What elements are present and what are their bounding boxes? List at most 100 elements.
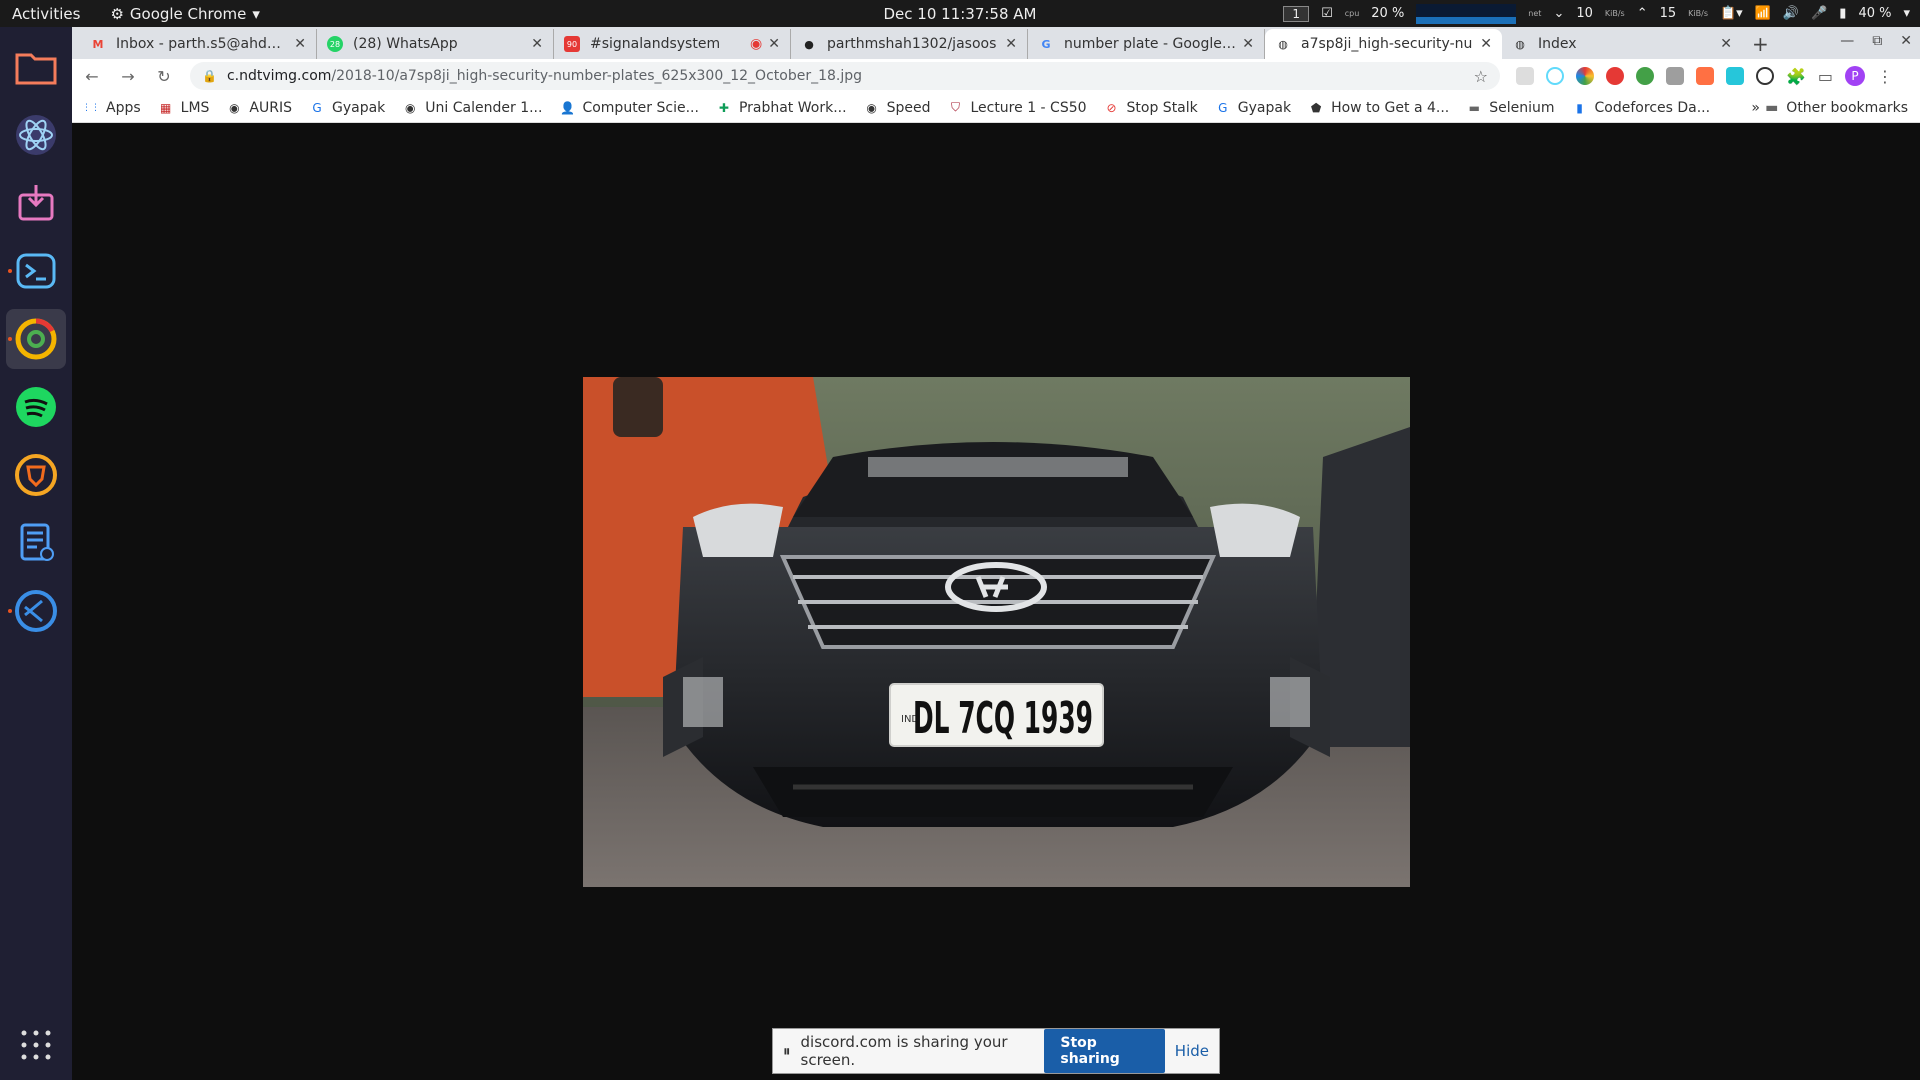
url-text[interactable]: c.ndtvimg.com/2018-10/a7sp8ji_high-secur…: [227, 68, 1474, 84]
bookmark-cs50[interactable]: ⛉ Lecture 1 - CS50: [948, 100, 1087, 116]
bookmark-how-to-get[interactable]: ⬟ How to Get a 4...: [1309, 100, 1449, 116]
more-bookmarks-icon[interactable]: »: [1751, 100, 1760, 116]
cast-icon[interactable]: ▭: [1818, 67, 1833, 86]
mic-icon[interactable]: 🎤: [1811, 6, 1827, 21]
tab-whatsapp[interactable]: 28 (28) WhatsApp ✕: [317, 29, 554, 59]
close-icon[interactable]: ✕: [1480, 36, 1492, 52]
close-icon[interactable]: ✕: [768, 36, 780, 52]
bookmark-prabhat[interactable]: ✚ Prabhat Work...: [717, 100, 847, 116]
forward-icon[interactable]: →: [118, 67, 138, 86]
bookmark-label: Selenium: [1489, 99, 1555, 116]
megaphone-icon[interactable]: [1696, 67, 1714, 85]
bookmark-uni-calendar[interactable]: ◉ Uni Calender 1...: [403, 100, 542, 116]
system-tray[interactable]: 1 ☑ cpu 20 % net ⌄ 10 KiB/s ⌃ 15 KiB/s 📋…: [1283, 0, 1910, 27]
net-down-unit: KiB/s: [1604, 9, 1625, 18]
terminal-icon[interactable]: [6, 241, 66, 301]
atom-icon[interactable]: [6, 105, 66, 165]
cpu-graph: [1416, 3, 1517, 24]
m-extension-icon[interactable]: [1726, 67, 1744, 85]
close-window-icon[interactable]: ✕: [1900, 33, 1912, 49]
hide-button[interactable]: Hide: [1175, 1042, 1209, 1060]
star-icon[interactable]: ☆: [1474, 67, 1488, 86]
other-bookmarks[interactable]: ▬ Other bookmarks: [1765, 100, 1908, 116]
tab-image-active[interactable]: ◍ a7sp8ji_high-security-nu ✕: [1265, 29, 1502, 59]
vscode-icon[interactable]: [6, 581, 66, 641]
chrome-icon[interactable]: [6, 309, 66, 369]
back-icon[interactable]: ←: [82, 67, 102, 86]
color-picker-icon[interactable]: [1576, 67, 1594, 85]
files-icon[interactable]: [6, 37, 66, 97]
clock[interactable]: Dec 10 11:37:58 AM: [884, 5, 1037, 23]
codeforces-icon: ▮: [1576, 100, 1583, 115]
bookmark-label: LMS: [180, 99, 210, 116]
reload-icon[interactable]: ↻: [154, 67, 174, 86]
bookmark-label: Computer Scie...: [582, 99, 699, 116]
lock-icon[interactable]: 🔒: [202, 69, 217, 83]
show-applications-icon[interactable]: [21, 1030, 51, 1064]
extension-icon[interactable]: [1516, 67, 1534, 85]
pause-icon: ⏸: [783, 1042, 791, 1060]
bookmark-codeforces[interactable]: ▮ Codeforces Da...: [1573, 99, 1711, 116]
close-icon[interactable]: ✕: [1242, 36, 1254, 52]
bookmark-label: Codeforces Da...: [1594, 99, 1711, 116]
bookmark-gyapak[interactable]: G Gyapak: [310, 100, 385, 116]
workspace-indicator[interactable]: 1: [1283, 5, 1310, 22]
recording-icon: ◉: [750, 36, 763, 52]
chevron-down-icon[interactable]: ▾: [1903, 6, 1910, 21]
stop-sharing-button[interactable]: Stop sharing: [1044, 1029, 1165, 1073]
bookmark-speed[interactable]: ◉ Speed: [865, 100, 930, 116]
tab-github[interactable]: ● parthmshah1302/jasoos ✕: [791, 29, 1028, 59]
spotify-icon[interactable]: [6, 377, 66, 437]
tab-signalandsystem[interactable]: 90 #signalandsystem ◉ ✕: [554, 29, 791, 59]
battery-icon[interactable]: ▮: [1839, 6, 1846, 21]
chrome-small-icon: ⚙: [110, 4, 124, 23]
upload-arrow-icon: ⌃: [1636, 6, 1648, 21]
bookmark-stop-stalk[interactable]: ⊘ Stop Stalk: [1105, 100, 1198, 116]
volume-icon[interactable]: 🔊: [1783, 6, 1799, 21]
download-box-icon[interactable]: [6, 173, 66, 233]
close-icon[interactable]: ✕: [531, 36, 543, 52]
bookmark-gyapak-2[interactable]: G Gyapak: [1216, 100, 1291, 116]
address-bar[interactable]: 🔒 c.ndtvimg.com/2018-10/a7sp8ji_high-sec…: [190, 62, 1500, 90]
bookmark-computer-science[interactable]: 👤 Computer Scie...: [560, 99, 699, 116]
house-icon: ⬟: [1310, 100, 1322, 115]
profile-avatar[interactable]: P: [1845, 66, 1866, 86]
restore-icon[interactable]: ⧉: [1872, 33, 1882, 49]
globe-icon: ◍: [1278, 37, 1288, 51]
folder-icon: ▬: [1468, 100, 1480, 115]
puzzle-icon[interactable]: 🧩: [1786, 67, 1806, 86]
app-menu[interactable]: ⚙ Google Chrome ▾: [110, 5, 259, 23]
tab-title: parthmshah1302/jasoos: [827, 36, 997, 52]
chat-icon: 90: [564, 36, 580, 52]
plate-number: DL 7CQ 1939: [913, 693, 1093, 744]
bookmark-lms[interactable]: ▦ LMS: [159, 99, 210, 116]
activities-button[interactable]: Activities: [0, 5, 92, 23]
notes-icon[interactable]: [6, 513, 66, 573]
react-devtools-icon[interactable]: [1546, 67, 1564, 85]
clipboard-icon[interactable]: 📋▾: [1720, 6, 1743, 21]
bookmark-auris[interactable]: ◉ AURIS: [227, 100, 292, 116]
window-controls: — ⧉ ✕: [1840, 33, 1912, 49]
minimize-icon[interactable]: —: [1840, 33, 1854, 49]
car-number-plate-photo[interactable]: IND DL 7CQ 1939: [583, 377, 1410, 887]
screenshot-icon[interactable]: ☑: [1321, 6, 1333, 21]
plus-extension-icon[interactable]: [1636, 67, 1654, 85]
cpu-value: 20 %: [1371, 6, 1405, 21]
clock-extension-icon[interactable]: [1756, 67, 1774, 85]
adblock-icon[interactable]: [1606, 67, 1624, 85]
bookmark-apps[interactable]: ⋮⋮ Apps: [82, 100, 141, 116]
wifi-icon[interactable]: 📶: [1755, 6, 1771, 21]
screenshot-extension-icon[interactable]: [1666, 67, 1684, 85]
tab-google-search[interactable]: G number plate - Google Se ✕: [1028, 29, 1265, 59]
close-icon[interactable]: ✕: [294, 36, 306, 52]
gyapak-icon: G: [312, 100, 322, 115]
tab-gmail[interactable]: M Inbox - parth.s5@ahduni. ✕: [80, 29, 317, 59]
tab-index[interactable]: ◍ Index ✕: [1502, 29, 1742, 59]
close-icon[interactable]: ✕: [1005, 36, 1017, 52]
menu-icon[interactable]: ⋮: [1877, 67, 1893, 86]
brave-icon[interactable]: [6, 445, 66, 505]
close-icon[interactable]: ✕: [1720, 36, 1732, 52]
url-host: c.ndtvimg.com: [226, 68, 332, 84]
new-tab-button[interactable]: +: [1742, 29, 1779, 59]
bookmark-selenium[interactable]: ▬ Selenium: [1467, 99, 1555, 116]
